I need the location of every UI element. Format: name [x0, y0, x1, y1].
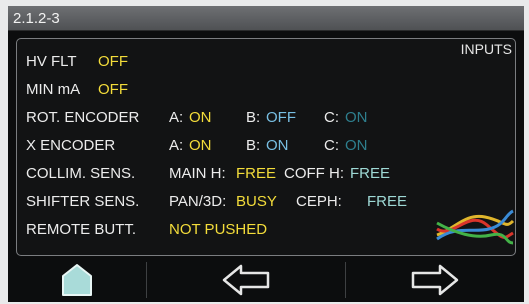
inputs-panel: INPUTS HV FLT OFF MIN mA OFF ROT. ENCODE… [16, 38, 516, 256]
sensor-2-label: COFF H: [284, 165, 344, 182]
row-label: ROT. ENCODER [26, 109, 140, 126]
channel-a-value: ON [189, 137, 212, 154]
device-screen: 2.1.2-3 INPUTS HV FLT OFF MIN mA OFF ROT… [8, 6, 524, 302]
sensor-1-label: MAIN H: [169, 165, 226, 182]
back-button[interactable] [147, 258, 345, 302]
channel-c-label: C: [324, 137, 339, 154]
forward-button[interactable] [346, 258, 524, 302]
sensor-1-value: FREE [236, 165, 277, 182]
channel-b-value: ON [266, 137, 289, 154]
row-label: REMOTE BUTT. [26, 221, 137, 238]
title-bar: 2.1.2-3 [8, 6, 524, 31]
channel-a-label: A: [169, 137, 184, 154]
home-button[interactable] [8, 258, 146, 302]
channel-c-value: ON [345, 109, 368, 126]
row-label: COLLIM. SENS. [26, 165, 136, 182]
arrow-left-icon [222, 264, 270, 296]
channel-a-label: A: [169, 109, 184, 126]
channel-b-label: B: [246, 109, 261, 126]
channel-b-value: OFF [266, 109, 296, 126]
row-label: SHIFTER SENS. [26, 193, 140, 210]
channel-c-value: ON [345, 137, 368, 154]
sensor-1-label: PAN/3D: [169, 193, 227, 210]
channel-b-label: B: [246, 137, 261, 154]
sensor-2-label: CEPH: [296, 193, 342, 210]
status-value: OFF [98, 53, 128, 70]
bottom-nav [8, 258, 524, 302]
row-label: HV FLT [26, 53, 77, 70]
arrow-right-icon [411, 264, 459, 296]
row-label: MIN mA [26, 81, 81, 98]
status-value: NOT PUSHED [169, 221, 268, 238]
sensor-2-value: FREE [350, 165, 391, 182]
status-value: OFF [98, 81, 128, 98]
channel-c-label: C: [324, 109, 339, 126]
home-icon [62, 264, 92, 296]
wires-icon [436, 209, 515, 245]
sensor-1-value: BUSY [236, 193, 277, 210]
row-label: X ENCODER [26, 137, 116, 154]
panel-label: INPUTS [460, 41, 512, 57]
channel-a-value: ON [189, 109, 212, 126]
sensor-2-value: FREE [367, 193, 408, 210]
screen-title: 2.1.2-3 [13, 10, 60, 27]
